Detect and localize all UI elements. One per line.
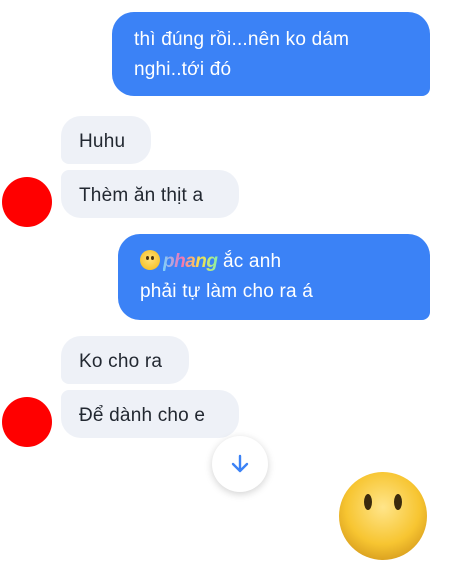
incoming-message[interactable]: Huhu (61, 116, 151, 164)
incoming-message[interactable]: Ko cho ra (61, 336, 189, 384)
outgoing-message[interactable]: phang ắc anh phải tự làm cho ra á (118, 234, 430, 320)
avatar[interactable] (2, 397, 52, 447)
message-text: Để dành cho e (79, 405, 206, 426)
chat-thread: thì đúng rồi...nên ko dám nghi..tới đó H… (0, 0, 462, 560)
smiley-emoji-icon (339, 472, 427, 560)
outgoing-message[interactable]: thì đúng rồi...nên ko dám nghi..tới đó (112, 12, 430, 96)
message-line: phang ắc anh (140, 247, 408, 277)
message-line: thì đúng rồi...nên ko dám (134, 29, 350, 50)
message-text: ắc anh (222, 251, 282, 272)
watermark-text: phang (163, 251, 218, 272)
smiley-emoji-icon (140, 250, 160, 270)
scroll-to-bottom-button[interactable] (212, 436, 268, 492)
message-text: Ko cho ra (79, 351, 163, 372)
message-line: phải tự làm cho ra á (140, 281, 314, 302)
incoming-message[interactable]: Thèm ăn thịt a (61, 170, 239, 218)
arrow-down-icon (231, 454, 249, 473)
message-line: nghi..tới đó (134, 59, 232, 80)
incoming-message[interactable]: Để dành cho e (61, 390, 239, 438)
message-text: Thèm ăn thịt a (79, 185, 204, 206)
message-text: Huhu (79, 131, 126, 152)
avatar[interactable] (2, 177, 52, 227)
